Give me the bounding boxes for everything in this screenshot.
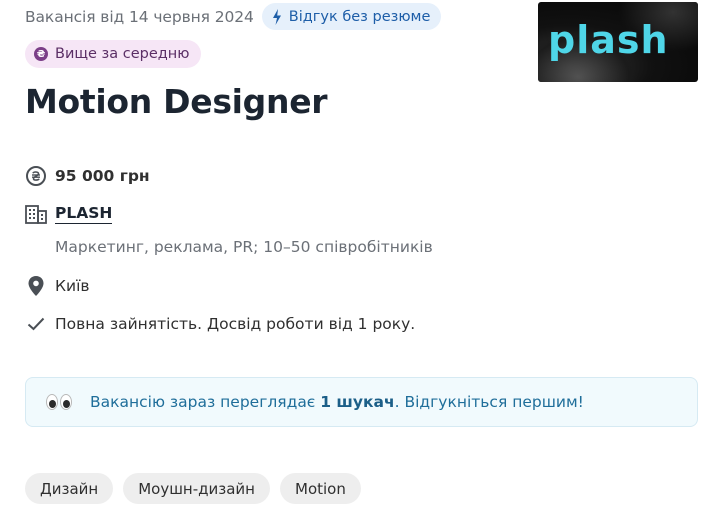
location-row: Київ [25, 275, 90, 297]
salary-above-average-badge: ₴ Вище за середню [25, 40, 201, 68]
company-link[interactable]: PLASH [55, 204, 113, 224]
salary-badge-label: Вище за середню [55, 46, 190, 62]
employment-details: Повна зайнятість. Досвід роботи від 1 ро… [55, 315, 416, 333]
publication-date: Вакансія від 14 червня 2024 [25, 7, 254, 26]
salary-value: 95 000 грн [55, 167, 150, 185]
eyes-icon [46, 392, 74, 412]
company-description: Маркетинг, реклама, PR; 10–50 співробітн… [55, 238, 433, 256]
job-title: Motion Designer [25, 82, 328, 121]
tag-motion-design[interactable]: Моушн-дизайн [123, 473, 270, 504]
viewers-count: 1 шукач [320, 393, 395, 411]
city-name: Київ [55, 277, 90, 295]
hryvnia-icon [25, 165, 47, 187]
building-icon [25, 203, 47, 225]
viewers-notice: Вакансію зараз переглядає 1 шукач. Відгу… [25, 377, 698, 427]
no-resume-label: Відгук без резюме [288, 8, 431, 25]
company-logo[interactable]: plash [538, 2, 698, 82]
employment-row: Повна зайнятість. Досвід роботи від 1 ро… [25, 313, 415, 335]
no-resume-badge: Відгук без резюме [261, 3, 442, 30]
tag-design[interactable]: Дизайн [25, 473, 114, 504]
logo-wordmark: plash [548, 18, 669, 62]
tag-motion[interactable]: Motion [280, 473, 361, 504]
checkmark-icon [25, 313, 47, 335]
salary-row: 95 000 грн [25, 165, 150, 187]
viewers-notice-text: Вакансію зараз переглядає 1 шукач. Відгу… [90, 393, 584, 411]
location-pin-icon [25, 275, 47, 297]
company-row: PLASH [25, 203, 113, 225]
vacancy-meta: Вакансія від 14 червня 2024 Відгук без р… [25, 3, 442, 30]
coin-icon: ₴ [34, 47, 48, 61]
tag-list: Дизайн Моушн-дизайн Motion [25, 473, 371, 504]
lightning-icon [272, 8, 281, 25]
